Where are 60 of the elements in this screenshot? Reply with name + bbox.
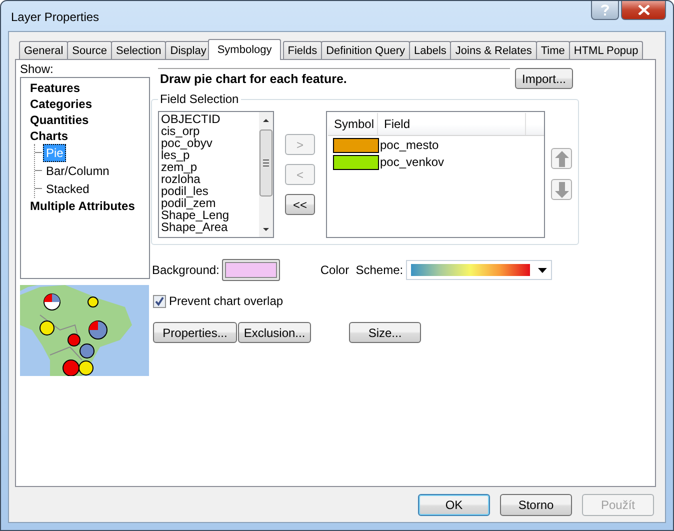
arrow-up-icon <box>554 150 568 166</box>
dropdown-arrow-icon <box>538 268 548 272</box>
group-title: Field Selection <box>158 92 241 106</box>
import-button[interactable]: Import... <box>515 68 573 89</box>
list-item[interactable]: podil_zem <box>161 197 257 209</box>
list-item[interactable]: podil_les <box>161 185 257 197</box>
arrow-down-icon <box>554 182 568 198</box>
help-icon <box>600 4 610 16</box>
color-swatch[interactable] <box>333 155 379 170</box>
tab[interactable]: HTML Popup <box>568 41 644 59</box>
move-down-button[interactable] <box>551 179 572 200</box>
dialog-button[interactable]: Storno <box>500 494 572 516</box>
close-icon <box>638 5 650 15</box>
help-button[interactable] <box>591 1 619 20</box>
checkbox[interactable] <box>153 294 166 308</box>
color-swatch[interactable] <box>333 138 379 153</box>
move-button[interactable]: << <box>285 194 315 215</box>
column-header[interactable]: Symbol <box>328 113 378 135</box>
tab[interactable]: Time <box>536 41 570 59</box>
list-item[interactable]: Shape_Area <box>161 221 257 233</box>
show-label: Show: <box>20 63 54 76</box>
list-item[interactable]: poc_obyv <box>161 137 257 149</box>
table-cell: poc_venkov <box>380 155 444 170</box>
tab[interactable]: Fields <box>282 41 322 59</box>
checkbox-label: Prevent chart overlap <box>169 294 284 308</box>
tree-item[interactable]: Multiple Attributes <box>28 198 137 214</box>
color-scheme-label: Color Scheme: <box>320 263 404 277</box>
close-button[interactable] <box>621 1 666 20</box>
button[interactable]: Exclusion... <box>238 322 311 343</box>
move-up-button[interactable] <box>551 148 572 169</box>
tree-item[interactable]: Features <box>28 80 82 96</box>
color-scheme-dropdown[interactable] <box>406 260 552 280</box>
tree-item[interactable]: Bar/Column <box>43 162 112 180</box>
tab[interactable]: Symbology <box>208 39 281 60</box>
renderer-description: Draw pie chart for each feature. <box>158 68 510 89</box>
table-cell: poc_mesto <box>380 138 439 153</box>
list-item[interactable]: cis_orp <box>161 125 257 137</box>
list-item[interactable]: zem_p <box>161 161 257 173</box>
tab[interactable]: Definition Query <box>321 41 410 59</box>
list-item[interactable]: OBJECTID <box>161 113 257 125</box>
background-label: Background: <box>152 263 220 277</box>
dialog-button[interactable]: OK <box>418 494 490 516</box>
available-fields-list[interactable]: OBJECTID cis_orp poc_obyv les_p zem_p rozloha podil_les podil_zem Shape_Leng Shape_Area <box>158 111 274 238</box>
tab[interactable]: Labels <box>408 41 452 59</box>
tree-item[interactable]: Categories <box>28 96 94 112</box>
tab[interactable]: Joins & Relates <box>450 41 537 59</box>
list-item[interactable]: rozloha <box>161 173 257 185</box>
tree-item[interactable]: Charts <box>28 128 70 144</box>
column-header[interactable]: Field <box>378 113 526 135</box>
tree-item[interactable]: Quantities <box>28 112 91 128</box>
tab[interactable]: Selection <box>111 41 166 59</box>
list-item[interactable]: les_p <box>161 149 257 161</box>
list-item[interactable]: Shape_Leng <box>161 209 257 221</box>
button[interactable]: Size... <box>349 322 421 343</box>
tab[interactable]: Source <box>67 41 112 59</box>
tab[interactable]: General <box>19 41 68 59</box>
tree-item[interactable]: Stacked <box>43 180 92 198</box>
window-title: Layer Properties <box>11 10 100 24</box>
button[interactable]: Properties... <box>153 322 237 343</box>
scrollbar[interactable] <box>259 112 273 237</box>
